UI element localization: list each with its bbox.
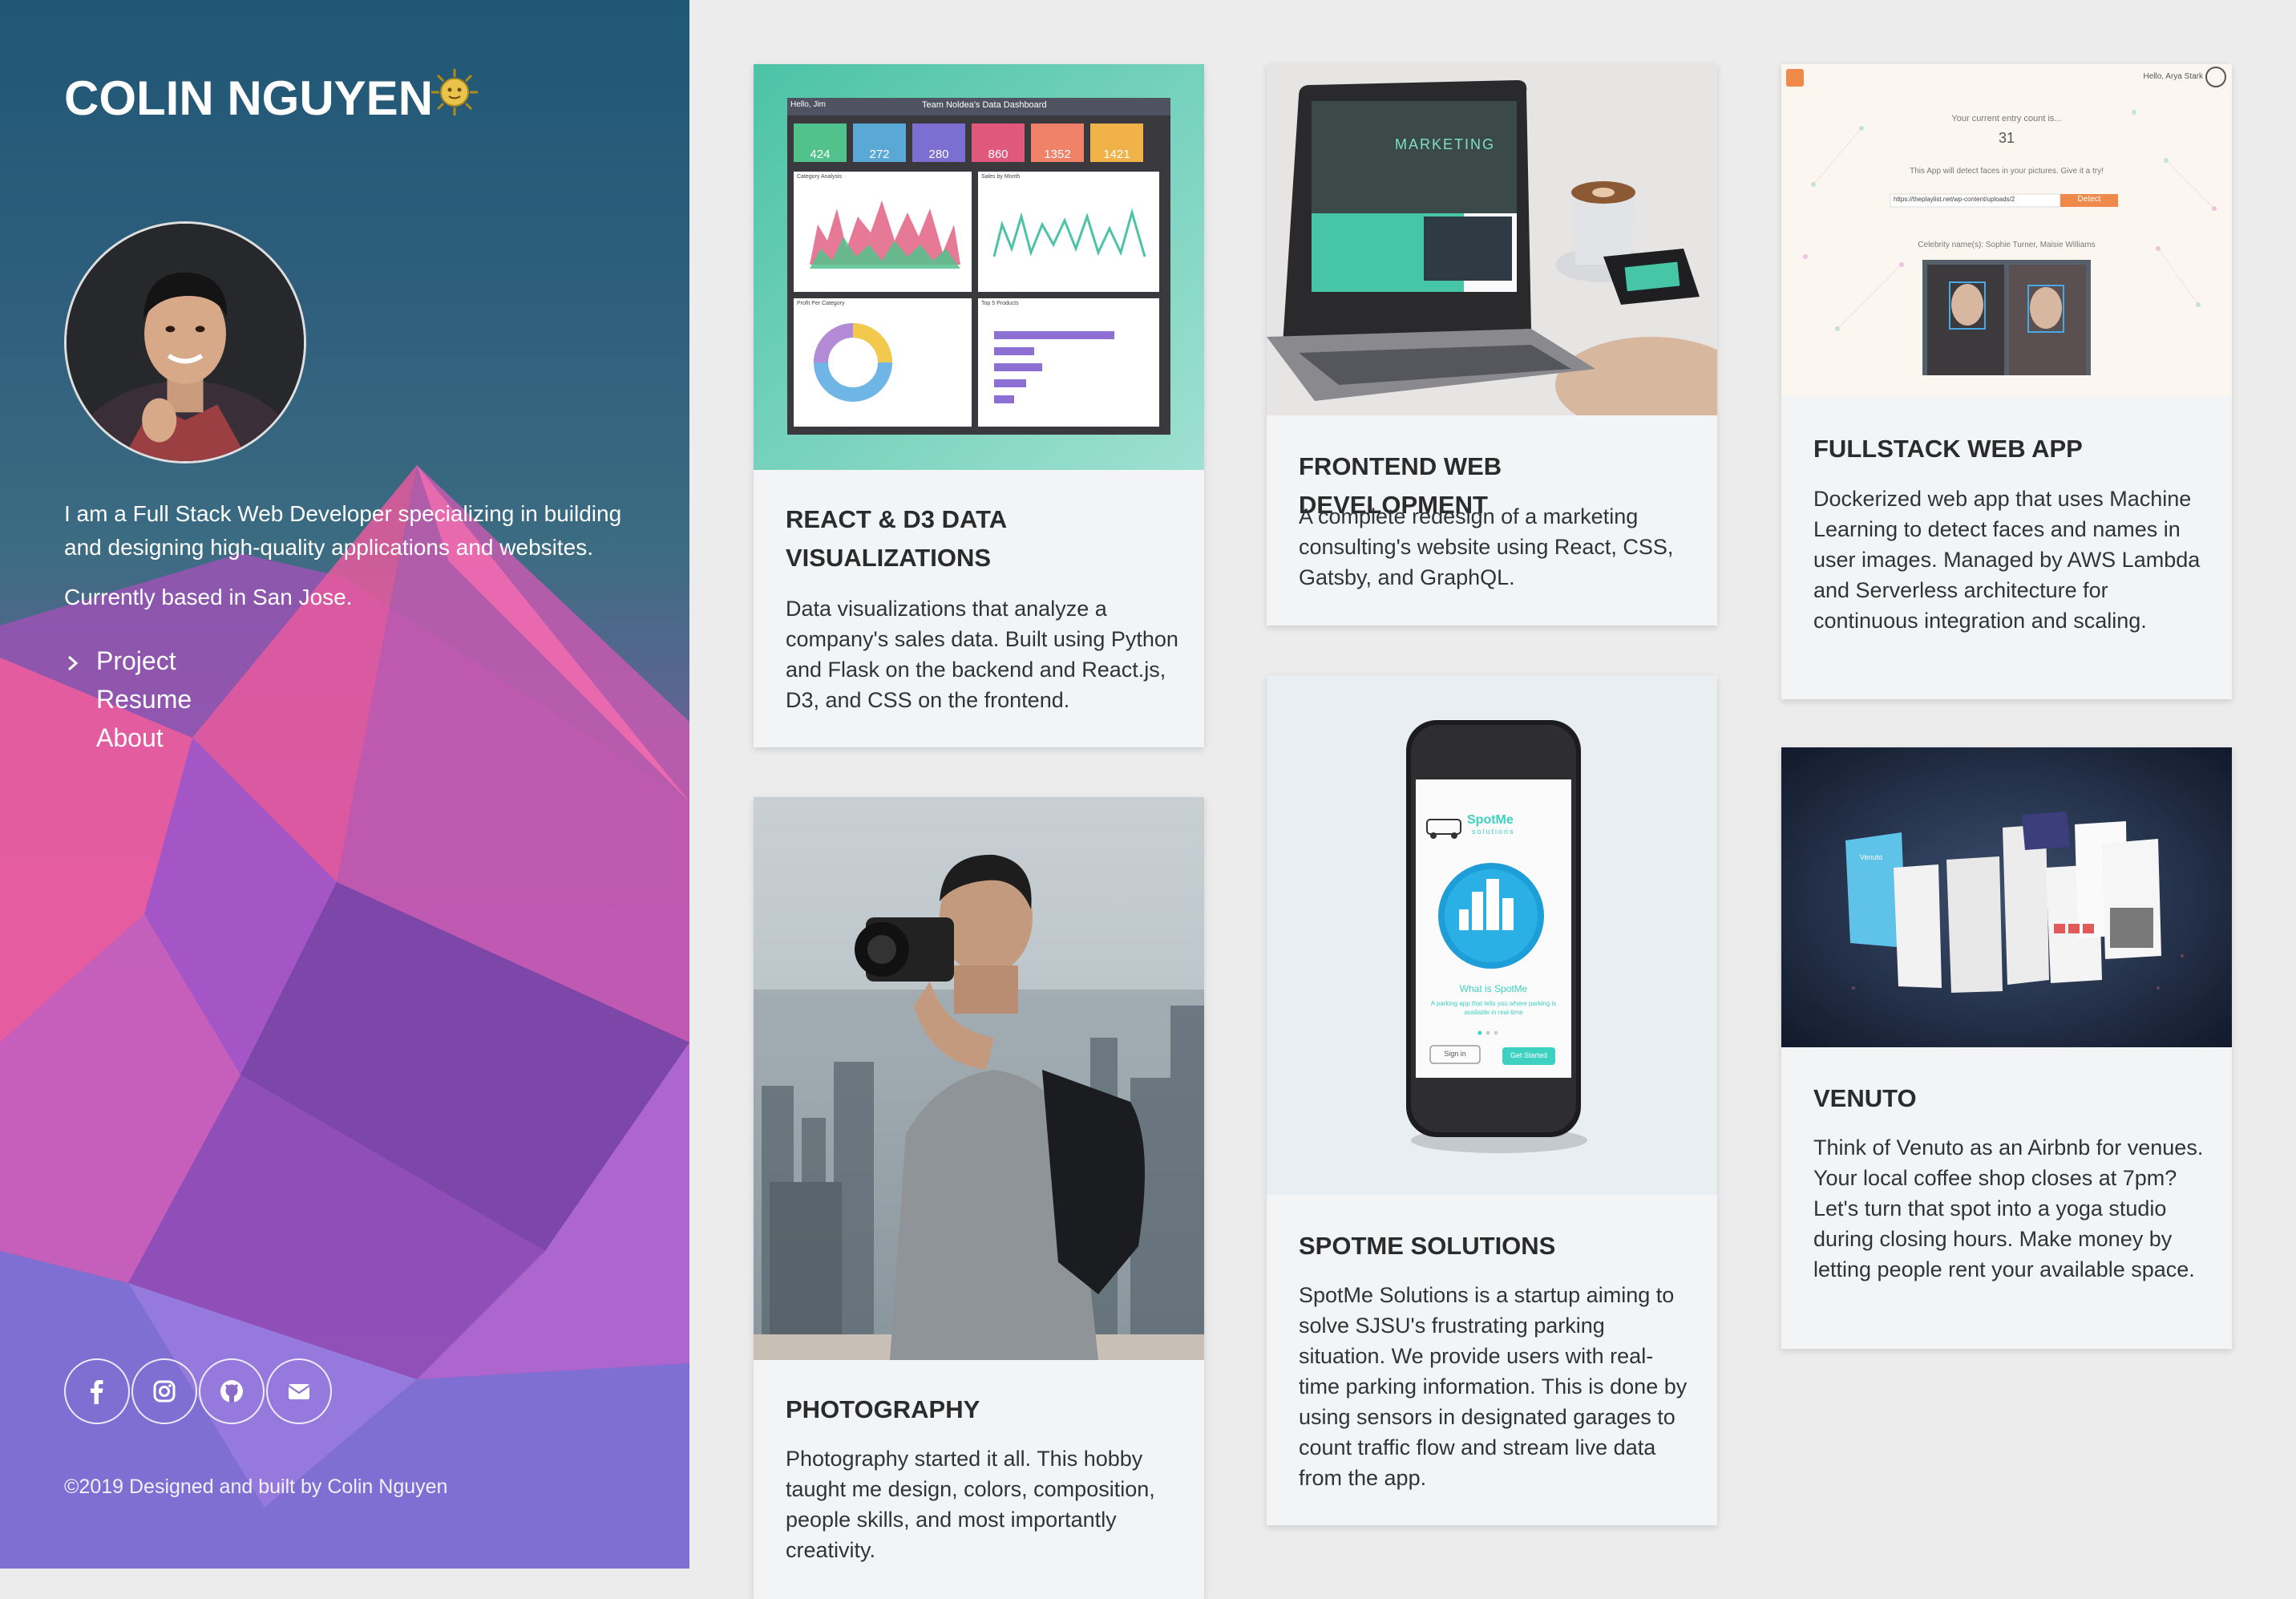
site-title: COLIN NGUYEN [64, 71, 434, 125]
copyright-text: ©2019 Designed and built by Colin Nguyen [64, 1476, 448, 1498]
spotme-blurb: A parking app that tells you where parki… [1430, 1000, 1557, 1016]
social-links [64, 1358, 333, 1424]
chevron-right-icon [68, 655, 79, 671]
spotme-get-started: Get Started [1510, 1051, 1548, 1059]
panel-label: Top 5 Products [981, 301, 1019, 306]
dashboard-title: Team Noldea's Data Dashboard [922, 100, 1047, 110]
github-button[interactable] [199, 1358, 265, 1424]
dashboard-greeting: Hello, Jim [790, 100, 826, 109]
github-icon [220, 1380, 243, 1403]
facebook-icon [91, 1380, 103, 1404]
polygon-mountain-background [0, 465, 689, 1569]
dashboard-screenshot: Hello, Jim Team Noldea's Data Dashboard … [754, 64, 1204, 470]
detect-button: Detect [2077, 195, 2101, 204]
spotme-tagline: solutions [1472, 828, 1515, 836]
spotme-phone-render: SpotMe solutions What is SpotMe A parkin… [1267, 675, 1717, 1195]
app-hint: This App will detect faces in your pictu… [1910, 167, 2104, 176]
sidebar: COLIN NGUYEN I am a Full Stack Web Devel… [0, 0, 689, 1569]
stat-value: 280 [928, 148, 949, 161]
envelope-icon [288, 1384, 310, 1399]
laptop-photo: MARKETING [1267, 64, 1717, 415]
stat-value: 272 [869, 148, 890, 161]
card-description: SpotMe Solutions is a startup aiming to … [1299, 1283, 1688, 1490]
instagram-icon [153, 1380, 176, 1403]
location-text: Currently based in San Jose. [64, 585, 353, 609]
nav-link-resume[interactable]: Resume [96, 685, 192, 714]
nav-link-project[interactable]: Project [96, 646, 176, 676]
panel-label: Sales by Month [981, 174, 1021, 180]
face-detect-app-screenshot: Hello, Arya Stark Your current entry cou… [1781, 64, 2232, 396]
bio-text: I am a Full Stack Web Developer speciali… [64, 501, 622, 560]
dashboard-stats: 424 272 280 860 1352 1421 [794, 148, 1148, 161]
project-card-photography[interactable]: PHOTOGRAPHY Photography started it all. … [754, 797, 1204, 1599]
stat-value: 1352 [1044, 148, 1071, 161]
avatar [64, 221, 306, 464]
laptop-screen-text: MARKETING [1395, 136, 1496, 152]
spotme-question: What is SpotMe [1459, 983, 1528, 994]
entry-count-label: Your current entry count is... [1951, 114, 2062, 123]
project-card-spotme[interactable]: SpotMe solutions What is SpotMe A parkin… [1267, 675, 1717, 1525]
project-card-fullstack[interactable]: Hello, Arya Stark Your current entry cou… [1781, 64, 2232, 699]
card-title: FULLSTACK WEB APP [1813, 435, 2083, 463]
image-url-input: https://theplaylist.net/wp-content/uploa… [1894, 196, 2015, 203]
panel-label: Profit Per Category [797, 301, 845, 306]
nav-link-about[interactable]: About [96, 723, 164, 753]
stat-value: 860 [988, 148, 1009, 161]
entry-count-value: 31 [1998, 130, 2015, 146]
detection-result: Celebrity name(s): Sophie Turner, Maisie… [1918, 241, 2096, 249]
stat-value: 424 [810, 148, 831, 161]
profile-photo [67, 224, 304, 461]
app-user-greeting: Hello, Arya Stark [2143, 72, 2203, 81]
venuto-screens-render: Venuto [1781, 747, 2232, 1047]
project-card-frontend[interactable]: MARKETING FRONTEND WEB DEVELOPMENT A com… [1267, 64, 1717, 625]
card-description: A complete redesign of a marketing consu… [1299, 504, 1674, 589]
facebook-button[interactable] [64, 1358, 130, 1424]
photographer-photo [754, 797, 1204, 1360]
card-description: Dockerized web app that uses Machine Lea… [1813, 487, 2201, 633]
stat-value: 1421 [1103, 148, 1130, 161]
spotme-sign-in: Sign in [1444, 1050, 1466, 1058]
project-card-react-d3[interactable]: Hello, Jim Team Noldea's Data Dashboard … [754, 64, 1204, 747]
card-title: VENUTO [1813, 1084, 1917, 1112]
card-description: Photography started it all. This hobby t… [786, 1447, 1155, 1562]
card-title: PHOTOGRAPHY [786, 1395, 980, 1423]
card-description: Data visualizations that analyze a compa… [786, 597, 1178, 712]
spotme-brand: SpotMe [1467, 813, 1514, 827]
project-card-venuto[interactable]: Venuto VENUTO Think of Venuto as an Airb… [1781, 747, 2232, 1349]
sun-emoji-icon [431, 69, 478, 115]
card-title: REACT & D3 DATA VISUALIZATIONS [786, 505, 1006, 572]
card-title: SPOTME SOLUTIONS [1299, 1232, 1556, 1260]
panel-label: Category Analysis [797, 174, 843, 180]
card-description: Think of Venuto as an Airbnb for venues.… [1813, 1135, 2204, 1281]
instagram-button[interactable] [131, 1358, 197, 1424]
venuto-screen-brand: Venuto [1860, 853, 1883, 861]
email-button[interactable] [266, 1358, 332, 1424]
